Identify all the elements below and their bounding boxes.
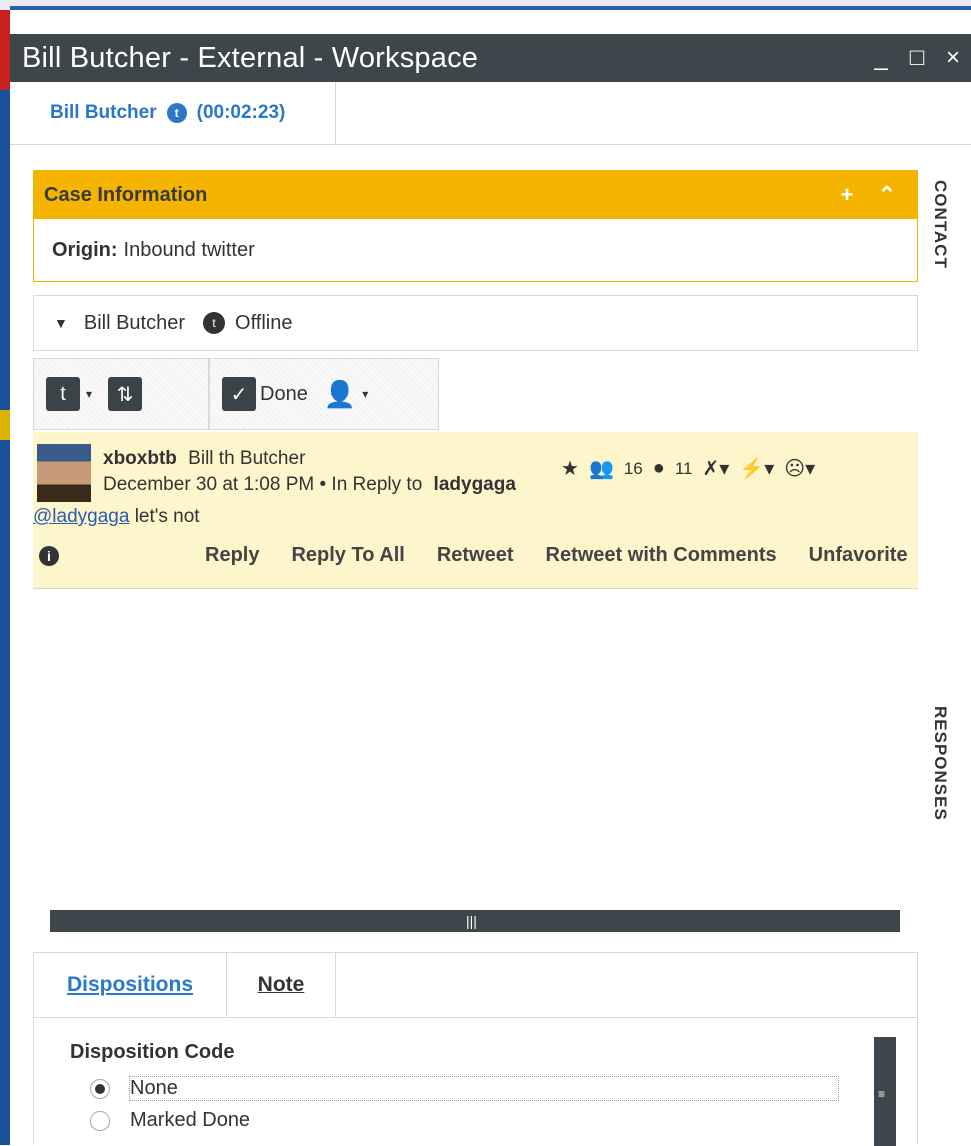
close-button[interactable]: × — [935, 44, 971, 72]
scroll-grip-icon: ≡ — [878, 1087, 886, 1101]
check-icon: ✓ — [222, 377, 256, 411]
case-information-header: Case Information + ⌃ — [34, 171, 917, 219]
bottom-panel: Dispositions Note Disposition Code None … — [33, 952, 918, 1146]
twitter-status-icon: t — [203, 312, 226, 334]
tweets-count: 11 — [674, 458, 693, 478]
retweet-with-comments-button[interactable]: Retweet with Comments — [546, 544, 777, 567]
radio-none[interactable] — [90, 1078, 110, 1099]
tweet-display-name: Bill th Butcher — [188, 448, 306, 469]
tweet-date: December 30 at 1:08 PM — [103, 474, 315, 495]
sentiment-icon[interactable]: ☹▾ — [784, 456, 815, 481]
done-label: Done — [260, 382, 308, 405]
twitter-count-icon: ● — [652, 457, 665, 479]
followers-count: 16 — [623, 458, 643, 478]
done-button[interactable]: ✓ Done — [222, 377, 308, 411]
disposition-option-label: Marked Done — [130, 1109, 251, 1131]
twitter-send-icon: t — [46, 377, 80, 411]
tab-note[interactable]: Note — [227, 953, 336, 1017]
done-actions-group: ✓ Done 👤 ▾ — [209, 358, 439, 430]
expand-party-caret[interactable]: ▼ — [54, 315, 68, 331]
outer-top-strip — [0, 0, 971, 10]
star-icon[interactable]: ★ — [561, 456, 579, 481]
radio-marked-done[interactable] — [90, 1110, 110, 1131]
chevron-down-icon: ▾ — [362, 387, 369, 401]
tweet-author: xboxbtb Bill th Butcher — [103, 448, 305, 470]
flash-icon[interactable]: ⚡▾ — [739, 456, 774, 481]
tab-note-label: Note — [257, 973, 305, 996]
tab-dispositions[interactable]: Dispositions — [34, 953, 227, 1017]
followers-icon: 👥 — [588, 458, 614, 480]
party-row: ▼ Bill Butcher t Offline — [33, 295, 918, 351]
outer-left-edge — [0, 10, 10, 1145]
transfer-icon: ⇅ — [108, 377, 143, 411]
interaction-tab-bar: Bill Butcher t (00:02:23) — [10, 82, 971, 145]
tweet-mention[interactable]: @ladygaga — [33, 506, 129, 527]
add-case-field-button[interactable]: + — [827, 182, 867, 208]
reply-to-user[interactable]: ladygaga — [434, 474, 516, 495]
tweet-text: @ladygaga let's not — [33, 506, 200, 528]
tweet-stats: ★ 👥 16 ● 11 ✗▾ ⚡▾ ☹▾ — [561, 456, 815, 481]
reply-prefix: • In Reply to — [319, 474, 423, 495]
disposition-option-label: None — [129, 1076, 839, 1101]
disposition-option-marked-done[interactable]: Marked Done — [90, 1109, 250, 1132]
party-name: Bill Butcher — [83, 311, 186, 334]
avatar — [37, 444, 91, 502]
interaction-timer: (00:02:23) — [196, 102, 286, 123]
origin-label: Origin: — [52, 238, 118, 261]
disposition-code-label: Disposition Code — [70, 1041, 235, 1063]
tweet-meta: December 30 at 1:08 PM • In Reply to lad… — [103, 474, 516, 496]
case-information-panel: Case Information + ⌃ Origin: Inbound twi… — [33, 170, 918, 282]
interaction-tab-name: Bill Butcher — [50, 102, 157, 123]
chevron-down-icon: ▾ — [86, 387, 93, 401]
maximize-button[interactable]: □ — [899, 44, 935, 72]
info-icon[interactable]: i — [39, 546, 59, 566]
splitter-grip-icon: ||| — [466, 913, 477, 929]
minimize-button[interactable]: _ — [863, 44, 899, 72]
tweet-body: let's not — [129, 506, 200, 527]
transfer-button[interactable]: ⇅ — [108, 377, 143, 411]
origin-value: Inbound twitter — [123, 238, 255, 261]
party-status: Offline — [235, 311, 293, 334]
person-icon: 👤 — [323, 378, 357, 409]
reply-all-button[interactable]: Reply To All — [291, 544, 404, 567]
case-information-title: Case Information — [44, 183, 208, 206]
tweet-item: xboxbtb Bill th Butcher December 30 at 1… — [33, 432, 918, 589]
consult-button[interactable]: 👤 ▾ — [324, 379, 368, 410]
disposition-option-none[interactable]: None — [90, 1076, 839, 1101]
bottom-tab-bar: Dispositions Note — [34, 953, 917, 1018]
tweet-handle[interactable]: xboxbtb — [103, 448, 177, 469]
pane-splitter[interactable]: ||| — [50, 910, 900, 932]
contact-side-tab[interactable]: CONTACT — [930, 180, 950, 269]
tab-dispositions-label: Dispositions — [66, 973, 193, 996]
reply-button[interactable]: Reply — [205, 544, 259, 567]
disposition-scrollbar[interactable]: ≡ — [874, 1037, 896, 1146]
case-origin-row: Origin: Inbound twitter — [34, 219, 917, 281]
unfollow-icon[interactable]: ✗▾ — [703, 456, 730, 481]
responses-side-tab[interactable]: RESPONSES — [930, 706, 950, 821]
twitter-icon: t — [166, 103, 187, 123]
interaction-toolbar: t ▾ ⇅ ✓ Done 👤 ▾ — [33, 358, 439, 430]
unfavorite-button[interactable]: Unfavorite — [809, 544, 908, 567]
interaction-tab[interactable]: Bill Butcher t (00:02:23) — [10, 82, 336, 144]
tweet-actions: Reply Reply To All Retweet Retweet with … — [205, 544, 908, 567]
window-title-bar: Bill Butcher - External - Workspace _ □ … — [10, 34, 971, 82]
twitter-send-button[interactable]: t ▾ — [46, 377, 92, 411]
window-title: Bill Butcher - External - Workspace — [22, 41, 479, 74]
retweet-button[interactable]: Retweet — [437, 544, 514, 567]
twitter-actions-group: t ▾ ⇅ — [33, 358, 209, 430]
collapse-icon[interactable]: ⌃ — [867, 182, 907, 208]
